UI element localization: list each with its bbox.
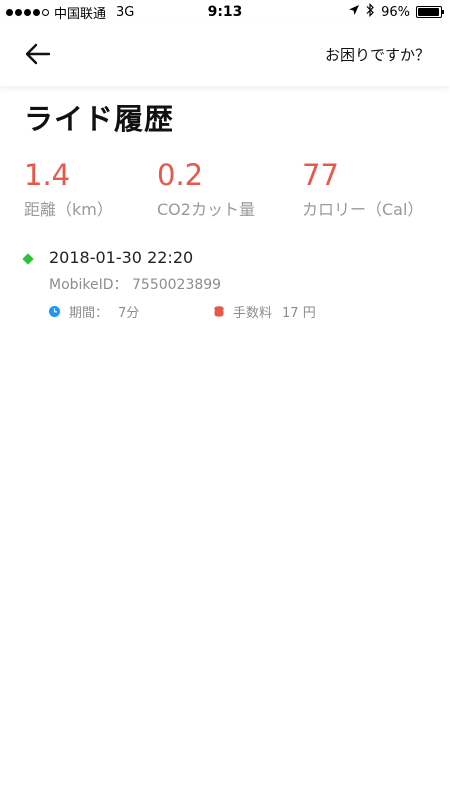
stat-distance-value: 1.4 — [24, 158, 71, 192]
status-left: 中国联通 3G — [0, 3, 134, 22]
ride-stats: 1.4 距離（km） 0.2 CO2カット量 77 カロリー（Cal） — [24, 156, 434, 226]
stat-co2-label: CO2カット量 — [157, 200, 255, 219]
navigation-bar: お困りですか？ — [0, 24, 450, 86]
ride-duration-label: 期間： — [69, 306, 109, 321]
coin-stack-icon — [214, 306, 224, 317]
stat-co2: 0.2 CO2カット量 — [157, 156, 255, 220]
stat-calories-label: カロリー（Cal） — [302, 200, 424, 219]
clock-icon — [49, 306, 60, 317]
ride-bike-id: MobikeID： 7550023899 — [49, 277, 222, 293]
ride-duration: 期間： 7分 — [49, 302, 139, 321]
ride-fee-value: 17 円 — [282, 306, 316, 321]
ride-fee-label: 手数料 — [233, 306, 273, 321]
stat-calories: 77 カロリー（Cal） — [302, 156, 423, 220]
ride-datetime: 2018-01-30 22:20 — [49, 248, 194, 267]
stat-distance: 1.4 距離（km） — [24, 156, 113, 220]
help-link[interactable]: お困りですか？ — [325, 44, 430, 65]
bluetooth-icon — [366, 3, 375, 21]
stat-calories-value: 77 — [302, 158, 339, 192]
page-title: ライド履歴 — [24, 102, 175, 136]
battery-percentage: 96% — [381, 4, 410, 20]
ride-marker-icon — [22, 253, 34, 265]
network-type: 3G — [116, 4, 135, 20]
ride-duration-value: 7分 — [118, 306, 140, 321]
status-bar: 中国联通 3G 9:13 96% — [0, 0, 450, 24]
ride-fee: 手数料 17 円 — [214, 302, 316, 321]
location-arrow-icon — [348, 4, 360, 20]
back-arrow-icon — [25, 43, 51, 65]
stat-co2-value: 0.2 — [157, 158, 204, 192]
battery-icon — [416, 6, 444, 18]
carrier-name: 中国联通 — [54, 6, 107, 22]
signal-strength-icon — [6, 8, 49, 16]
stat-distance-label: 距離（km） — [24, 200, 113, 219]
status-right: 96% — [348, 3, 450, 21]
back-button[interactable] — [22, 40, 54, 68]
